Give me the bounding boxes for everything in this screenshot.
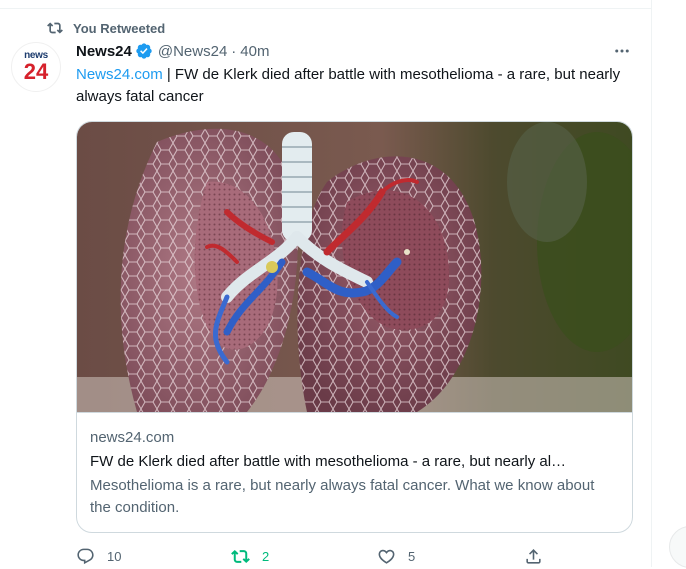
tweet-link[interactable]: News24.com <box>76 66 163 83</box>
tweet-actions: 10 2 5 <box>76 547 556 569</box>
retweet-icon <box>47 22 63 34</box>
retweet-count: 2 <box>262 549 270 564</box>
card-domain: news24.com <box>90 429 175 446</box>
top-divider <box>0 8 651 9</box>
lung-model-photo <box>77 122 632 412</box>
avatar-logo-number: 24 <box>23 59 49 84</box>
share-icon <box>526 549 541 564</box>
more-icon <box>615 49 629 53</box>
retweet-context-label: You Retweeted <box>73 20 166 36</box>
reply-icon <box>77 548 94 565</box>
retweet-button[interactable]: 2 <box>231 547 269 566</box>
avatar[interactable]: news 24 <box>11 42 61 92</box>
link-card[interactable]: news24.com FW de Klerk died after battle… <box>76 121 633 533</box>
more-button[interactable] <box>611 40 633 62</box>
like-button[interactable]: 5 <box>377 547 415 566</box>
card-image[interactable] <box>77 122 632 412</box>
like-count: 5 <box>408 549 416 564</box>
reply-button[interactable]: 10 <box>76 547 121 566</box>
author-handle[interactable]: @News24 <box>158 43 227 60</box>
share-button[interactable] <box>524 547 543 566</box>
reply-count: 10 <box>107 549 122 564</box>
tweet-timestamp[interactable]: 40m <box>240 43 269 60</box>
card-title: FW de Klerk died after battle with mesot… <box>90 453 567 470</box>
author-name[interactable]: News24 <box>76 43 132 60</box>
right-column-edge <box>652 0 686 567</box>
retweet-context: You Retweeted <box>47 19 165 37</box>
retweet-icon <box>231 550 250 563</box>
heart-icon <box>378 549 395 564</box>
tweet-header: News24 @News24 · 40m <box>76 40 636 62</box>
verified-badge-icon <box>136 43 152 59</box>
card-description: Mesothelioma is a rare, but nearly alway… <box>90 477 595 516</box>
card-divider <box>77 412 632 413</box>
header-separator: · <box>231 42 237 60</box>
tweet-text: News24.com | FW de Klerk died after batt… <box>76 64 636 108</box>
